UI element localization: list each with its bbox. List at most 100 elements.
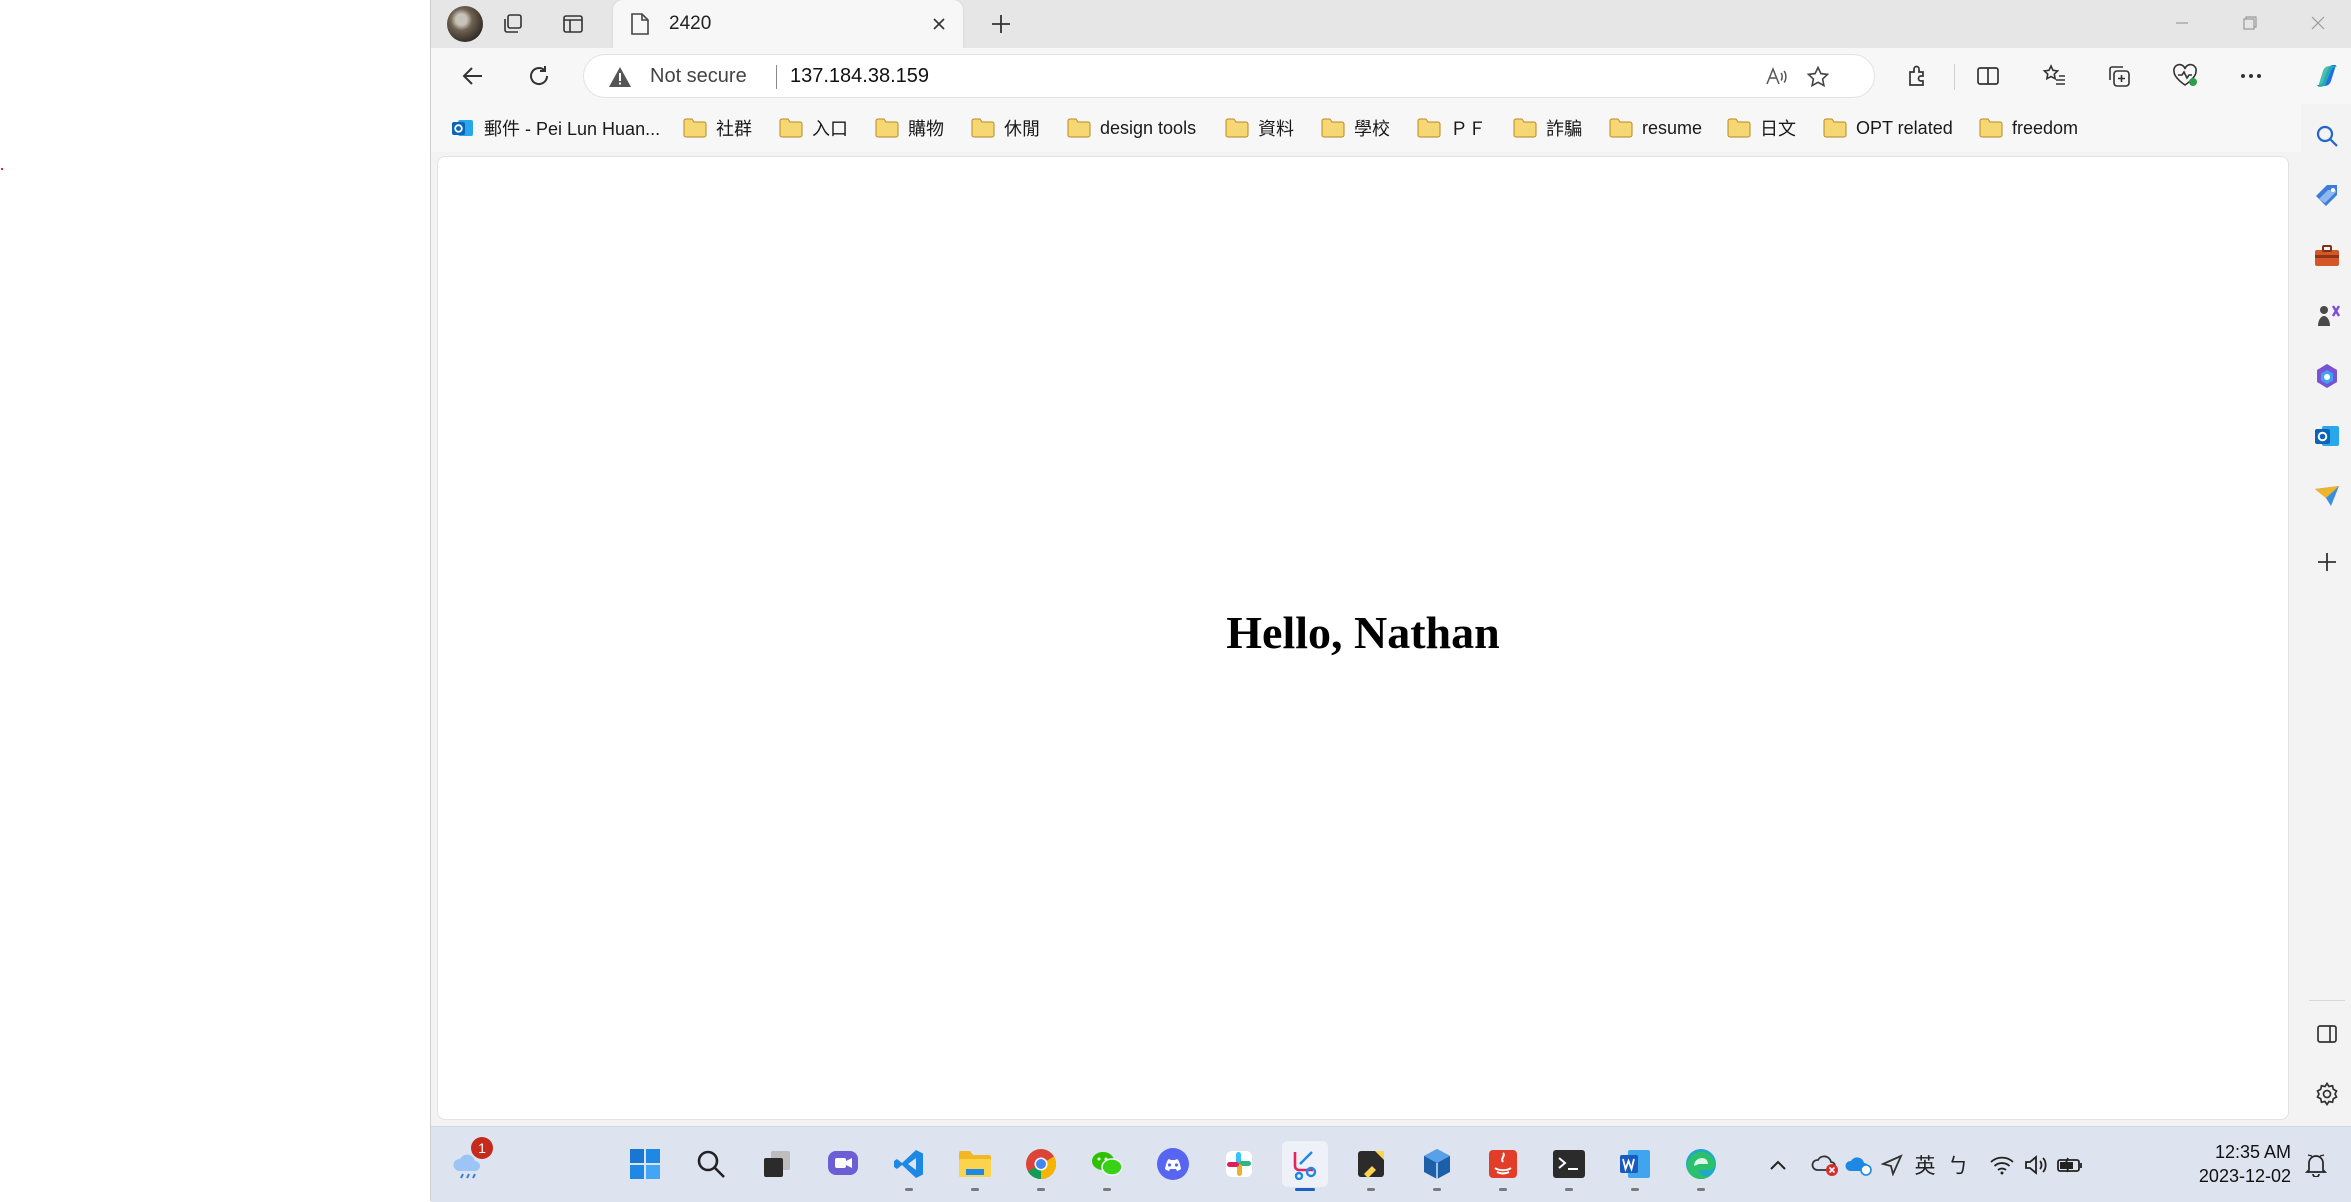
drop-send-icon[interactable] bbox=[2307, 476, 2347, 516]
favorite-folder[interactable]: 休閒 bbox=[971, 114, 1040, 142]
running-indicator bbox=[1037, 1188, 1045, 1191]
task-view-icon[interactable] bbox=[754, 1141, 800, 1187]
favorite-folder[interactable]: 入口 bbox=[779, 114, 848, 142]
volume-icon[interactable] bbox=[2019, 1145, 2053, 1185]
close-tab-icon[interactable] bbox=[921, 6, 957, 42]
favorite-folder[interactable]: 日文 bbox=[1727, 114, 1796, 142]
clock-time: 12:35 AM bbox=[2214, 1142, 2291, 1162]
cloud-sync-error-icon[interactable] bbox=[1809, 1145, 1843, 1185]
folder-icon bbox=[1823, 118, 1847, 138]
favorite-folder[interactable]: 學校 bbox=[1321, 114, 1390, 142]
running-indicator bbox=[1565, 1188, 1573, 1191]
slack-icon[interactable] bbox=[1216, 1141, 1262, 1187]
url-text[interactable]: 137.184.38.159 bbox=[790, 65, 929, 88]
sticky-notes-icon[interactable] bbox=[1348, 1141, 1394, 1191]
folder-icon bbox=[1609, 118, 1633, 138]
terminal-icon[interactable] bbox=[1546, 1141, 1592, 1191]
file-explorer-icon[interactable] bbox=[952, 1141, 998, 1191]
location-arrow-icon[interactable] bbox=[1875, 1145, 1909, 1185]
refresh-icon[interactable] bbox=[519, 56, 559, 96]
java-icon[interactable] bbox=[1480, 1141, 1526, 1191]
ime-input-indicator[interactable]: ㄅ bbox=[1941, 1145, 1975, 1185]
teams-chat-icon[interactable] bbox=[820, 1141, 866, 1187]
favorite-folder[interactable]: 購物 bbox=[875, 114, 944, 142]
new-tab-icon[interactable] bbox=[983, 6, 1019, 42]
folder-icon bbox=[1979, 118, 2003, 138]
tools-icon[interactable] bbox=[2307, 236, 2347, 276]
favorite-folder[interactable]: resume bbox=[1609, 114, 1702, 142]
favorite-star-icon[interactable] bbox=[1802, 61, 1834, 93]
favorite-item[interactable]: 郵件 - Pei Lun Huan... bbox=[451, 114, 660, 142]
favorite-folder[interactable]: design tools bbox=[1067, 114, 1196, 142]
favorite-folder[interactable]: ＰＦ bbox=[1417, 114, 1486, 142]
snipping-tool-icon[interactable] bbox=[1282, 1141, 1328, 1191]
close-window-icon[interactable] bbox=[2284, 0, 2351, 46]
add-sidebar-app-icon[interactable] bbox=[2307, 542, 2347, 582]
edge-icon[interactable] bbox=[1678, 1141, 1724, 1191]
read-aloud-icon[interactable] bbox=[1760, 61, 1792, 93]
outlook-icon[interactable] bbox=[2307, 416, 2347, 456]
warning-icon[interactable] bbox=[608, 66, 632, 88]
ime-mode-indicator[interactable]: 英 bbox=[1908, 1145, 1942, 1185]
windows-start-icon[interactable] bbox=[622, 1141, 668, 1187]
profile-avatar[interactable] bbox=[447, 6, 483, 42]
folder-icon bbox=[1067, 118, 1091, 138]
settings-gear-icon[interactable] bbox=[2307, 1074, 2347, 1114]
back-arrow-icon[interactable] bbox=[453, 56, 493, 96]
favorite-folder[interactable]: 社群 bbox=[683, 114, 752, 142]
virtualbox-icon[interactable] bbox=[1414, 1141, 1460, 1191]
wechat-icon[interactable] bbox=[1084, 1141, 1130, 1191]
toolbar-divider bbox=[1954, 64, 1955, 90]
vertical-tabs-icon[interactable] bbox=[555, 6, 591, 42]
browser-window: 2420 Not secure 137.184.38.159 郵件 - Pei … bbox=[430, 0, 2351, 1202]
onedrive-icon[interactable] bbox=[1842, 1145, 1876, 1185]
page-content: Hello, Nathan bbox=[437, 156, 2289, 1120]
favorites-bar: 郵件 - Pei Lun Huan... 社群 入口 購物 休閒 design … bbox=[431, 104, 2351, 152]
workspaces-icon[interactable] bbox=[495, 6, 531, 42]
active-indicator bbox=[1295, 1188, 1315, 1191]
folder-icon bbox=[875, 118, 899, 138]
taskbar-clock[interactable]: 12:35 AM 2023-12-02 bbox=[2191, 1140, 2291, 1188]
navigation-toolbar: Not secure 137.184.38.159 bbox=[431, 48, 2351, 104]
edge-sidebar bbox=[2301, 104, 2351, 1120]
favorite-folder[interactable]: 資料 bbox=[1225, 114, 1294, 142]
copilot-icon[interactable] bbox=[2307, 56, 2347, 96]
extensions-icon[interactable] bbox=[1898, 56, 1938, 96]
show-hidden-icons-chevron-icon[interactable] bbox=[1761, 1145, 1795, 1185]
more-menu-icon[interactable] bbox=[2231, 56, 2271, 96]
folder-icon bbox=[1321, 118, 1345, 138]
folder-icon bbox=[683, 118, 707, 138]
search-icon[interactable] bbox=[2307, 116, 2347, 156]
tab-active[interactable]: 2420 bbox=[613, 0, 963, 48]
browser-essentials-icon[interactable] bbox=[2165, 56, 2205, 96]
favorite-folder[interactable]: OPT related bbox=[1823, 114, 1953, 142]
security-status[interactable]: Not secure bbox=[650, 65, 747, 88]
battery-icon[interactable] bbox=[2053, 1145, 2087, 1185]
running-indicator bbox=[1367, 1188, 1375, 1191]
vscode-icon[interactable] bbox=[886, 1141, 932, 1191]
running-indicator bbox=[1631, 1188, 1639, 1191]
taskbar-search-icon[interactable] bbox=[688, 1141, 734, 1187]
notifications-bell-icon[interactable] bbox=[2299, 1145, 2333, 1185]
shopping-tag-icon[interactable] bbox=[2307, 176, 2347, 216]
running-indicator bbox=[1103, 1188, 1111, 1191]
page-heading: Hello, Nathan bbox=[1226, 607, 1500, 658]
favorites-list-icon[interactable] bbox=[2034, 56, 2074, 96]
collections-icon[interactable] bbox=[2099, 56, 2139, 96]
address-bar[interactable]: Not secure 137.184.38.159 bbox=[583, 54, 1875, 98]
page-icon bbox=[631, 13, 649, 35]
discord-icon[interactable] bbox=[1150, 1141, 1196, 1187]
widgets-weather-icon[interactable]: 1 bbox=[445, 1137, 493, 1187]
microsoft-365-icon[interactable] bbox=[2307, 356, 2347, 396]
split-screen-icon[interactable] bbox=[1968, 56, 2008, 96]
wifi-icon[interactable] bbox=[1985, 1145, 2019, 1185]
games-icon[interactable] bbox=[2307, 296, 2347, 336]
restore-icon[interactable] bbox=[2216, 0, 2284, 46]
tab-strip: 2420 bbox=[431, 0, 2351, 48]
word-icon[interactable] bbox=[1612, 1141, 1658, 1191]
minimize-icon[interactable] bbox=[2148, 0, 2216, 46]
chrome-icon[interactable] bbox=[1018, 1141, 1064, 1191]
favorite-folder[interactable]: 詐騙 bbox=[1513, 114, 1582, 142]
hide-sidebar-icon[interactable] bbox=[2307, 1014, 2347, 1054]
favorite-folder[interactable]: freedom bbox=[1979, 114, 2078, 142]
